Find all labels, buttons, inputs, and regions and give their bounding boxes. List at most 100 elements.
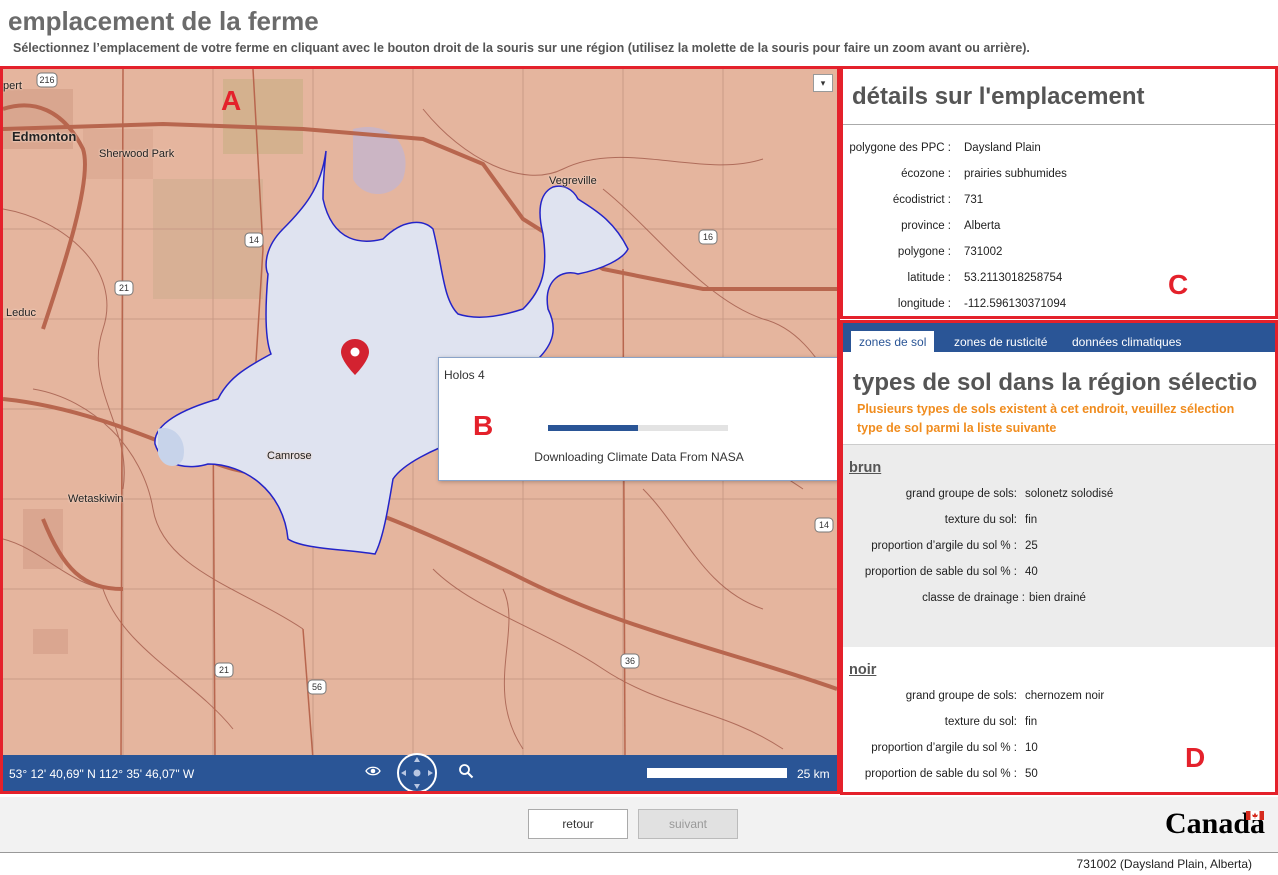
soil-value: bien drainé	[1029, 592, 1086, 604]
soil-label: texture du sol:	[944, 716, 1017, 728]
soil-row: proportion de sable du sol % : 40	[843, 566, 1275, 586]
soil-value: 10	[1025, 742, 1038, 754]
soil-label: classe de drainage :	[922, 592, 1025, 604]
search-icon[interactable]	[458, 763, 474, 784]
soil-warning: Plusieurs types de sols existent à cet e…	[857, 400, 1275, 438]
panel-marker-a: A	[221, 85, 242, 116]
soil-label: proportion d’argile du sol % :	[871, 742, 1017, 754]
canada-flag-icon	[1246, 811, 1264, 820]
soil-value: 50	[1025, 768, 1038, 780]
map-toolbar: 53° 12' 40,69" N 112° 35' 46,07" W 25 km	[3, 753, 837, 791]
soil-label: proportion de sable du sol % :	[864, 566, 1017, 578]
svg-text:14: 14	[819, 520, 829, 530]
page-instructions: Sélectionnez l’emplacement de votre ferm…	[13, 41, 1030, 55]
svg-text:14: 14	[249, 235, 259, 245]
detail-row: polygone : 731002	[843, 246, 1275, 266]
progress-bar	[548, 425, 728, 431]
detail-row: latitude : 53.2113018258754	[843, 272, 1275, 292]
svg-text:21: 21	[219, 665, 229, 675]
soil-type-name[interactable]: brun	[849, 460, 881, 476]
highway-shield-16: 16	[698, 229, 718, 245]
soil-label: texture du sol:	[944, 514, 1017, 526]
soil-warning-line: Plusieurs types de sols existent à cet e…	[857, 402, 1235, 416]
svg-text:16: 16	[703, 232, 713, 242]
soil-value: chernozem noir	[1025, 690, 1105, 702]
soil-row: grand groupe de sols: solonetz solodisé	[843, 488, 1275, 508]
soil-row: grand groupe de sols: chernozem noir	[843, 690, 1275, 710]
detail-row: longitude : -112.596130371094	[843, 298, 1275, 318]
divider	[843, 124, 1275, 125]
tab-bar: zones de sol zones de rusticité données …	[843, 323, 1275, 352]
page-title: emplacement de la ferme	[8, 6, 319, 36]
map-place-label: Vegreville	[549, 175, 597, 187]
map-place-label: Camrose	[267, 450, 312, 462]
map-place-label: pert	[3, 80, 22, 92]
tab-soil-zones[interactable]: zones de sol	[851, 331, 935, 352]
status-bar: 731002 (Daysland Plain, Alberta)	[0, 852, 1278, 875]
map-place-label: Sherwood Park	[99, 148, 175, 160]
back-button[interactable]: retour	[528, 809, 628, 839]
soil-value: fin	[1025, 514, 1038, 526]
soil-label: proportion de sable du sol % :	[864, 768, 1017, 780]
detail-value: 731	[964, 194, 984, 206]
svg-text:21: 21	[119, 283, 129, 293]
coordinate-readout: 53° 12' 40,69" N 112° 35' 46,07" W	[9, 767, 195, 781]
progress-bar-fill	[548, 425, 638, 431]
highway-shield-56: 56	[307, 679, 327, 695]
detail-value: -112.596130371094	[964, 298, 1067, 310]
eye-icon[interactable]	[365, 765, 381, 780]
detail-label: province :	[901, 220, 951, 232]
map-place-label: Leduc	[6, 307, 36, 319]
soil-label: grand groupe de sols:	[905, 488, 1017, 500]
panel-marker-c: C	[1168, 269, 1189, 300]
loading-dialog: Holos 4 B Downloading Climate Data From …	[438, 357, 837, 481]
tab-climate-data[interactable]: données climatiques	[1064, 331, 1189, 352]
next-button[interactable]: suivant	[638, 809, 738, 839]
detail-value: prairies subhumides	[964, 168, 1067, 180]
svg-text:36: 36	[625, 656, 635, 666]
page-header: emplacement de la ferme Sélectionnez l’e…	[0, 0, 1278, 66]
soil-row: texture du sol: fin	[843, 716, 1275, 736]
scale-label: 25 km	[797, 767, 830, 781]
soil-type-name[interactable]: noir	[849, 662, 876, 678]
soil-label: grand groupe de sols:	[905, 690, 1017, 702]
scale-bar	[647, 768, 787, 778]
detail-label: longitude :	[897, 298, 951, 310]
map-panel[interactable]: 216 14 16 21 14 21 56 36 pert Edmonton S…	[0, 66, 840, 794]
pan-navigation-control[interactable]	[395, 753, 439, 791]
soil-warning-line: type de sol parmi la liste suivante	[857, 421, 1057, 435]
tab-hardiness-zones[interactable]: zones de rusticité	[946, 331, 1055, 352]
highway-shield-36: 36	[620, 653, 640, 669]
panel-marker-b: B	[473, 410, 494, 441]
detail-value: Daysland Plain	[964, 142, 1041, 154]
detail-label: écodistrict :	[892, 194, 951, 206]
highway-shield-21: 21	[214, 662, 234, 678]
detail-value: 731002	[964, 246, 1003, 258]
highway-shield-216: 216	[36, 72, 58, 88]
soil-value: 40	[1025, 566, 1038, 578]
dialog-title: Holos 4	[444, 368, 485, 382]
detail-row: écozone : prairies subhumides	[843, 168, 1275, 188]
soil-type-option[interactable]: brun grand groupe de sols: solonetz solo…	[843, 445, 1275, 647]
highway-shield-14: 14	[814, 517, 834, 533]
detail-value: Alberta	[964, 220, 1001, 232]
detail-value: 53.2113018258754	[964, 272, 1063, 284]
soil-row: texture du sol: fin	[843, 514, 1275, 534]
detail-row: province : Alberta	[843, 220, 1275, 240]
detail-label: écozone :	[901, 168, 951, 180]
navigation-bar: retour suivant Canada	[0, 797, 1278, 852]
detail-label: latitude :	[907, 272, 951, 284]
soil-row: proportion d’argile du sol % : 25	[843, 540, 1275, 560]
details-title: détails sur l'emplacement	[852, 83, 1145, 110]
soil-panel: zones de sol zones de rusticité données …	[840, 320, 1278, 795]
soil-value: fin	[1025, 716, 1038, 728]
soil-row: proportion de sable du sol % : 50	[843, 768, 1275, 788]
status-text: 731002 (Daysland Plain, Alberta)	[1076, 857, 1252, 871]
soil-value: 25	[1025, 540, 1038, 552]
svg-text:216: 216	[39, 75, 54, 85]
soil-type-option[interactable]: noir grand groupe de sols: chernozem noi…	[843, 647, 1275, 792]
detail-label: polygone :	[897, 246, 951, 258]
map-place-label: Wetaskiwin	[68, 493, 124, 505]
detail-label: polygone des PPC :	[849, 142, 951, 154]
map-layer-dropdown[interactable]: ▾	[813, 74, 833, 92]
